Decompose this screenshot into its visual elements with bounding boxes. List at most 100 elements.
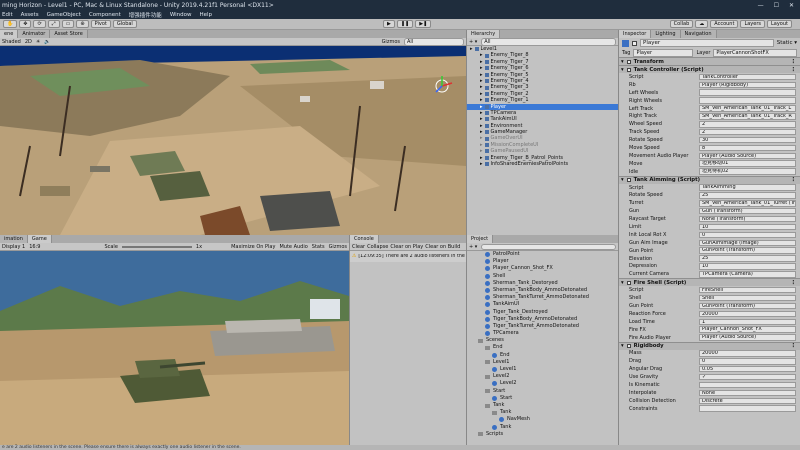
property-field[interactable]: 10 — [699, 263, 796, 270]
aspect-dropdown[interactable]: 16:9 — [29, 244, 40, 250]
foldout-arrow-icon[interactable]: ▾ — [621, 176, 624, 184]
move-tool-button[interactable]: ✥ — [19, 20, 32, 28]
property-field[interactable]: Gun (Transform) — [699, 207, 796, 215]
property-field[interactable]: 坦克待机02 — [699, 168, 796, 175]
rect-tool-button[interactable]: ▭ — [61, 20, 75, 28]
property-field[interactable]: 8 — [699, 144, 796, 152]
static-toggle[interactable]: Static ▾ — [777, 40, 797, 46]
property-field[interactable]: 2 — [699, 121, 796, 128]
project-item[interactable]: Player_Cannon_Shot_FX — [467, 265, 618, 272]
component-menu-icon[interactable]: ⋮ — [791, 58, 796, 66]
property-field[interactable]: 0.05 — [699, 365, 796, 373]
property-field[interactable]: 10 — [699, 223, 796, 231]
property-field[interactable]: Player (Rigidbody) — [699, 81, 796, 89]
hierarchy-item[interactable]: ▸ InfoSharedEnemiesPatrolPoints — [467, 161, 618, 167]
project-item[interactable]: Shell — [467, 273, 618, 280]
component-enabled-checkbox[interactable] — [626, 178, 631, 183]
cloud-icon[interactable]: ☁ — [695, 20, 709, 28]
property-field[interactable]: 0 — [699, 231, 796, 239]
scale-tool-button[interactable]: ⤢ — [47, 20, 60, 28]
hierarchy-search-input[interactable]: All — [481, 37, 616, 46]
stats-toggle[interactable]: Stats — [312, 244, 325, 250]
project-item[interactable]: Tiger_TankTurret_AmmoDetonated — [467, 323, 618, 330]
property-field[interactable]: 1 — [699, 318, 796, 326]
project-item[interactable]: Tiger_TankBody_AmmoDetonated — [467, 316, 618, 323]
property-field[interactable]: Shell — [699, 294, 796, 302]
console-clear-on-play-toggle[interactable]: Clear on Play — [390, 244, 423, 250]
property-field[interactable]: GunAimImage (Image) — [699, 239, 796, 246]
project-item[interactable]: Level2 — [467, 380, 618, 387]
game-gizmos-dropdown[interactable]: Gizmos — [329, 244, 347, 250]
property-field[interactable]: FireShell — [699, 286, 796, 294]
game-viewport[interactable] — [0, 251, 349, 445]
property-field[interactable]: None (Transform) — [699, 215, 796, 223]
maximize-button[interactable]: ☐ — [774, 2, 779, 9]
global-toggle[interactable]: Global — [112, 20, 137, 28]
scene-viewport[interactable] — [0, 46, 466, 235]
property-field[interactable] — [699, 381, 796, 389]
audio-icon[interactable]: 🔈 — [44, 39, 50, 45]
project-item[interactable]: Sherman_TankBody_AmmoDetonated — [467, 287, 618, 294]
expand-arrow-icon[interactable]: ▸ — [480, 161, 483, 167]
component-header[interactable]: ▾ Rigidbody ⋮ — [619, 341, 800, 350]
property-field[interactable]: 0 — [699, 358, 796, 365]
menu-component[interactable]: Component — [89, 12, 121, 18]
property-field[interactable]: GunPoint (Transform) — [699, 247, 796, 254]
layout-dropdown[interactable]: Layout — [767, 20, 792, 28]
minimize-button[interactable]: — — [758, 2, 764, 9]
property-field[interactable]: SM_Veh_American_Tank_01_Track_L — [699, 105, 796, 112]
hierarchy-create-dropdown[interactable]: + ▾ — [469, 39, 477, 45]
mute-audio-toggle[interactable]: Mute Audio — [279, 244, 307, 250]
gizmos-dropdown[interactable]: Gizmos — [382, 39, 400, 45]
component-menu-icon[interactable]: ⋮ — [791, 279, 796, 287]
hand-tool-button[interactable]: ✋ — [3, 20, 18, 28]
pivot-toggle[interactable]: Pivot — [90, 20, 111, 28]
property-field[interactable]: 坦克移动01 — [699, 160, 796, 167]
lighting-icon[interactable]: ☀ — [36, 39, 40, 45]
property-field[interactable] — [699, 89, 796, 96]
project-item[interactable]: Level1 — [467, 366, 618, 373]
tab-inspector[interactable]: Inspector — [619, 30, 652, 38]
property-field[interactable]: SM_Veh_American_Tank_01_Track_R — [699, 113, 796, 120]
project-item[interactable]: PatrolPoint — [467, 251, 618, 258]
menu-plugin[interactable]: 增强插件功能 — [129, 11, 162, 19]
property-field[interactable] — [699, 405, 796, 412]
property-field[interactable]: None — [699, 389, 796, 397]
foldout-arrow-icon[interactable]: ▾ — [621, 279, 624, 287]
2d-toggle[interactable]: 2D — [25, 39, 32, 45]
component-menu-icon[interactable]: ⋮ — [791, 342, 796, 350]
tab-animation[interactable]: imation — [0, 235, 28, 243]
property-field[interactable]: 25 — [699, 192, 796, 199]
expand-arrow-icon[interactable]: ▸ — [470, 46, 473, 52]
tab-console[interactable]: Console — [350, 235, 379, 243]
menu-window[interactable]: Window — [170, 12, 192, 18]
project-item[interactable]: NavMesh — [467, 416, 618, 423]
project-item[interactable]: Tank — [467, 402, 618, 409]
tab-game[interactable]: Game — [27, 235, 52, 243]
tab-asset-store[interactable]: Asset Store — [50, 30, 88, 38]
component-header[interactable]: ▾ Tank Aimming (Script) ⋮ — [619, 175, 800, 184]
project-item[interactable]: TPCamera — [467, 330, 618, 337]
tab-scene[interactable]: ene — [0, 30, 19, 38]
property-field[interactable]: Discrete — [699, 397, 796, 405]
property-field[interactable] — [699, 97, 796, 104]
tab-project[interactable]: Project — [467, 235, 494, 243]
project-item[interactable]: Sherman_TankTurret_AmmoDetonated — [467, 294, 618, 301]
property-field[interactable]: ✓ — [699, 373, 796, 381]
property-field[interactable]: SM_Veh_American_Tank_01_Turret (Transfor… — [699, 200, 796, 207]
project-item[interactable]: Scenes — [467, 337, 618, 344]
layers-dropdown[interactable]: Layers — [740, 20, 765, 28]
project-search-input[interactable] — [481, 243, 616, 250]
component-header[interactable]: ▾ Tank Controller (Script) ⋮ — [619, 65, 800, 73]
project-item[interactable]: End — [467, 352, 618, 359]
menu-assets[interactable]: Assets — [21, 12, 39, 18]
project-item[interactable]: Tank — [467, 409, 618, 416]
project-item[interactable]: TankAimUI — [467, 301, 618, 308]
project-item[interactable]: Start — [467, 395, 618, 402]
foldout-arrow-icon[interactable]: ▾ — [621, 342, 624, 350]
shading-mode-dropdown[interactable]: Shaded — [2, 39, 21, 45]
component-menu-icon[interactable]: ⋮ — [791, 66, 796, 74]
menu-gameobject[interactable]: GameObject — [47, 12, 81, 18]
property-field[interactable]: GunPoint (Transform) — [699, 302, 796, 310]
project-item[interactable]: End — [467, 344, 618, 351]
